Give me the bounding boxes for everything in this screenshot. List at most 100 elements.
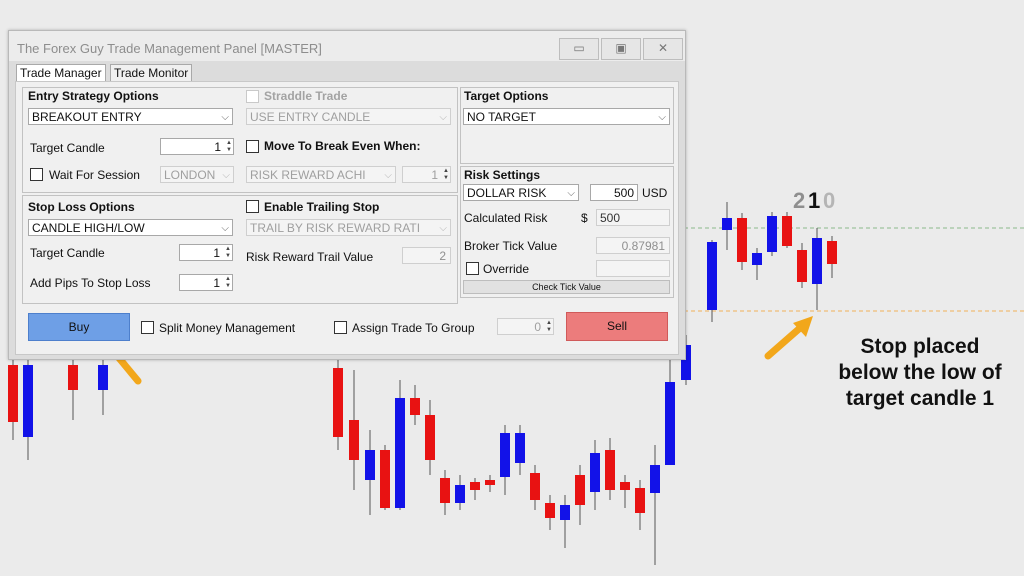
trail-value-field[interactable]: 2 <box>402 247 451 264</box>
chevron-down-icon: ⌵ <box>567 188 575 199</box>
entry-target-candle-label: Target Candle <box>30 141 105 155</box>
spinner-icon[interactable]: ▲ ▼ <box>226 140 232 154</box>
candle-body <box>68 365 78 390</box>
trail-value-label: Risk Reward Trail Value <box>246 250 374 264</box>
candle-body <box>722 218 732 230</box>
split-money-label: Split Money Management <box>159 321 296 335</box>
entry-title: Entry Strategy Options <box>28 89 159 103</box>
calculated-risk-label: Calculated Risk <box>464 211 548 225</box>
candle-body <box>752 253 762 265</box>
spinner-icon[interactable]: ▲ ▼ <box>225 246 231 260</box>
stop-target-candle-stepper[interactable]: 1 ▲ ▼ <box>179 244 233 261</box>
maximize-button[interactable]: ▣ <box>601 38 641 60</box>
candle-body <box>767 216 777 252</box>
straddle-candle-select[interactable]: USE ENTRY CANDLE ⌵ <box>246 108 451 125</box>
candle-body <box>425 415 435 460</box>
group-stepper[interactable]: 0 ▲ ▼ <box>497 318 554 335</box>
target-select[interactable]: NO TARGET ⌵ <box>463 108 670 125</box>
target-title: Target Options <box>464 89 549 103</box>
spinner-icon[interactable]: ▲ ▼ <box>546 320 552 334</box>
currency-label: USD <box>642 186 668 200</box>
candle-body <box>23 365 33 437</box>
annotation-text: Stop placed below the low of target cand… <box>838 335 1002 410</box>
break-even-select[interactable]: RISK REWARD ACHI ⌵ <box>246 166 396 183</box>
arrow-icon <box>764 316 813 360</box>
candle-body <box>470 482 480 490</box>
override-checkbox[interactable] <box>466 262 479 275</box>
trailing-stop-checkbox[interactable] <box>246 200 259 213</box>
buy-button[interactable]: Buy <box>28 313 130 341</box>
title-bar[interactable]: The Forex Guy Trade Management Panel [MA… <box>9 31 685 61</box>
stop-loss-title: Stop Loss Options <box>28 200 135 214</box>
candle-body <box>530 473 540 500</box>
straddle-trade-label: Straddle Trade <box>264 89 348 103</box>
chevron-down-icon: ⌵ <box>221 223 229 234</box>
break-even-checkbox[interactable] <box>246 140 259 153</box>
risk-amount-input[interactable]: 500 <box>590 184 638 201</box>
stop-target-candle-label: Target Candle <box>30 246 105 260</box>
candle-body <box>8 365 18 422</box>
chevron-down-icon: ⌵ <box>384 170 392 181</box>
chevron-down-icon: ⌵ <box>222 170 230 181</box>
candle-body <box>635 488 645 513</box>
straddle-trade-checkbox[interactable] <box>246 90 259 103</box>
override-label: Override <box>483 262 530 276</box>
candle-number-0: 0 <box>823 188 836 213</box>
calculated-risk-value: 500 <box>596 209 670 226</box>
candle-body <box>455 485 465 503</box>
break-even-stepper[interactable]: 1 ▲ ▼ <box>402 166 451 183</box>
trailing-stop-label: Enable Trailing Stop <box>264 200 380 214</box>
candle-body <box>395 398 405 508</box>
candle-body <box>515 433 525 463</box>
dollar-sign-label: $ <box>581 211 588 225</box>
candle-number-2: 2 <box>793 188 806 213</box>
candle-body <box>365 450 375 480</box>
wait-for-session-label: Wait For Session <box>49 168 140 182</box>
candle-body <box>349 420 359 460</box>
sell-button[interactable]: Sell <box>566 312 668 341</box>
override-input[interactable] <box>596 260 670 277</box>
candle-body <box>782 216 792 246</box>
candle-body <box>797 250 807 282</box>
split-money-checkbox[interactable] <box>141 321 154 334</box>
trailing-mode-select[interactable]: TRAIL BY RISK REWARD RATI ⌵ <box>246 219 451 236</box>
risk-title: Risk Settings <box>464 168 541 182</box>
close-button[interactable]: ✕ <box>643 38 683 60</box>
entry-target-candle-stepper[interactable]: 1 ▲ ▼ <box>160 138 234 155</box>
candle-body <box>590 453 600 492</box>
broker-tick-value: 0.87981 <box>596 237 670 254</box>
candle-body <box>707 242 717 310</box>
spinner-icon[interactable]: ▲ ▼ <box>225 276 231 290</box>
candle-body <box>98 365 108 390</box>
wait-for-session-checkbox[interactable] <box>30 168 43 181</box>
minimize-button[interactable]: ▭ <box>559 38 599 60</box>
trade-management-window: The Forex Guy Trade Management Panel [MA… <box>8 30 686 360</box>
chevron-down-icon: ⌵ <box>439 112 447 123</box>
candle-body <box>575 475 585 505</box>
stop-loss-select[interactable]: CANDLE HIGH/LOW ⌵ <box>28 219 233 236</box>
candle-body <box>410 398 420 415</box>
candle-body <box>737 218 747 262</box>
candle-body <box>620 482 630 490</box>
candle-body <box>827 241 837 264</box>
candle-body <box>380 450 390 508</box>
break-even-label: Move To Break Even When: <box>264 139 421 153</box>
candle-body <box>605 450 615 490</box>
assign-group-checkbox[interactable] <box>334 321 347 334</box>
spinner-icon[interactable]: ▲ ▼ <box>443 168 449 182</box>
candle-body <box>665 382 675 465</box>
chevron-down-icon: ⌵ <box>221 112 229 123</box>
chevron-down-icon: ⌵ <box>439 223 447 234</box>
candle-number-1: 1 <box>808 188 821 213</box>
candle-body <box>650 465 660 493</box>
add-pips-stepper[interactable]: 1 ▲ ▼ <box>179 274 233 291</box>
check-tick-value-button[interactable]: Check Tick Value <box>463 280 670 294</box>
session-select[interactable]: LONDON ⌵ <box>160 166 234 183</box>
assign-group-label: Assign Trade To Group <box>352 321 475 335</box>
add-pips-label: Add Pips To Stop Loss <box>30 276 151 290</box>
candle-body <box>440 478 450 503</box>
window-title: The Forex Guy Trade Management Panel [MA… <box>17 41 322 56</box>
candle-body <box>500 433 510 477</box>
risk-mode-select[interactable]: DOLLAR RISK ⌵ <box>463 184 579 201</box>
entry-strategy-select[interactable]: BREAKOUT ENTRY ⌵ <box>28 108 233 125</box>
